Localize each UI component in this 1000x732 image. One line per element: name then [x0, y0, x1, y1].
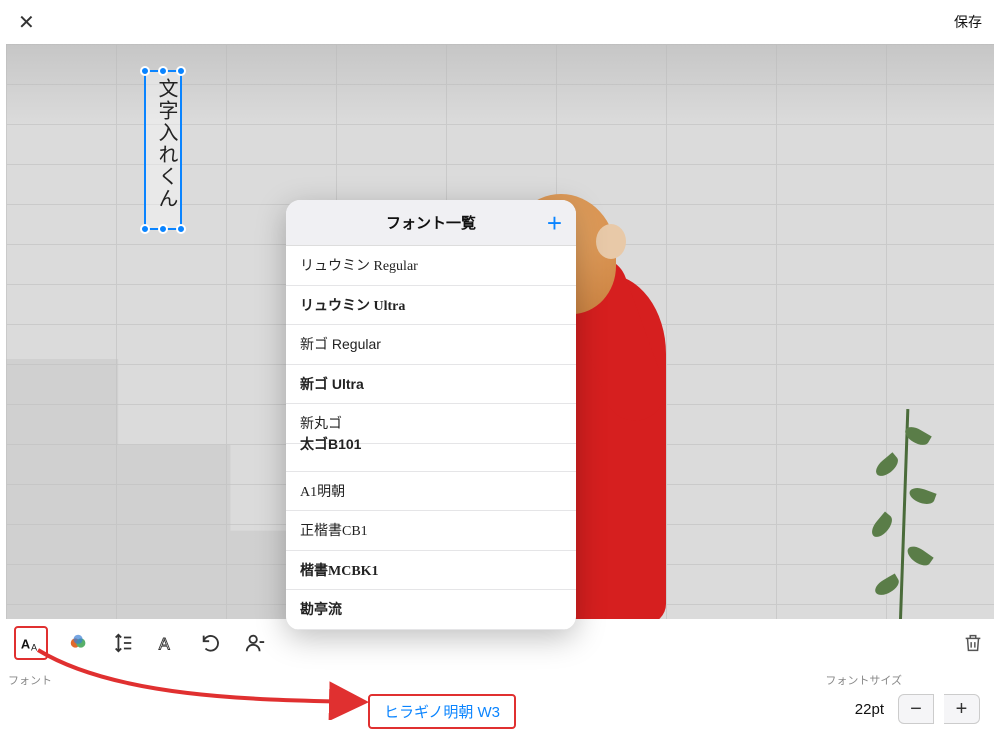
- font-option[interactable]: リュウミン Ultra: [286, 286, 576, 326]
- font-option[interactable]: 正楷書CB1: [286, 511, 576, 551]
- trash-icon: [962, 632, 984, 654]
- font-tool-button[interactable]: AA: [18, 630, 44, 656]
- font-list-popover: フォント一覧 + リュウミン Regular リュウミン Ultra 新ゴ Regu…: [286, 200, 576, 630]
- svg-text:A: A: [159, 635, 170, 653]
- resize-handle-tm[interactable]: [158, 66, 168, 76]
- resize-handle-tl[interactable]: [140, 66, 150, 76]
- current-font-button[interactable]: ヒラギノ明朝 W3: [368, 694, 516, 729]
- font-option-label: A1明朝: [300, 481, 345, 501]
- font-list[interactable]: リュウミン Regular リュウミン Ultra 新ゴ Regular 新ゴ Ult…: [286, 246, 576, 630]
- resize-handle-tr[interactable]: [176, 66, 186, 76]
- person-remove-icon: [244, 632, 266, 654]
- undo-icon: [200, 632, 222, 654]
- font-option[interactable]: 楷書MCBK1: [286, 551, 576, 591]
- plant-decoration: [844, 409, 964, 619]
- popover-title: フォント一覧: [386, 212, 476, 233]
- font-option-label: 新ゴ Regular: [300, 334, 381, 354]
- svg-text:A: A: [31, 642, 38, 652]
- font-option[interactable]: 太ゴB101: [286, 444, 576, 472]
- svg-text:A: A: [21, 637, 30, 652]
- font-size-decrease[interactable]: −: [898, 694, 934, 724]
- font-option-label: リュウミン Ultra: [300, 295, 405, 315]
- text-style-icon: A: [156, 632, 178, 654]
- save-button[interactable]: 保存: [954, 12, 982, 32]
- close-button[interactable]: ✕: [18, 10, 35, 35]
- spacing-tool-button[interactable]: [110, 630, 136, 656]
- font-size-control: 22pt − +: [855, 694, 980, 724]
- resize-handle-br[interactable]: [176, 224, 186, 234]
- font-option-label: リュウミン Regular: [300, 255, 418, 275]
- resize-handle-bm[interactable]: [158, 224, 168, 234]
- font-option-label: 新丸ゴ: [300, 413, 342, 433]
- resize-handle-bl[interactable]: [140, 224, 150, 234]
- font-option[interactable]: 新ゴ Ultra: [286, 365, 576, 405]
- color-tool-button[interactable]: [66, 630, 92, 656]
- bottom-toolbar: AA A: [0, 620, 1000, 680]
- font-size-value: 22pt: [855, 701, 884, 718]
- font-size-increase[interactable]: +: [944, 694, 980, 724]
- font-option-label: 楷書MCBK1: [300, 560, 379, 580]
- font-icon: AA: [20, 632, 42, 654]
- palette-icon: [68, 632, 90, 654]
- annotation-highlight-font-tool: AA: [14, 626, 48, 660]
- font-option[interactable]: リュウミン Regular: [286, 246, 576, 286]
- size-section-label: フォントサイズ: [825, 672, 902, 688]
- font-option-label: 新ゴ Ultra: [300, 374, 364, 394]
- font-section-label: フォント: [8, 672, 52, 688]
- person-tool-button[interactable]: [242, 630, 268, 656]
- style-tool-button[interactable]: A: [154, 630, 180, 656]
- font-option-label: 太ゴB101: [300, 434, 361, 454]
- text-element-selected[interactable]: 文字入れくん: [144, 70, 182, 230]
- line-spacing-icon: [112, 632, 134, 654]
- popover-header: フォント一覧 +: [286, 200, 576, 246]
- add-font-button[interactable]: +: [547, 210, 562, 236]
- font-option-label: 正楷書CB1: [300, 520, 368, 540]
- text-content: 文字入れくん: [146, 72, 187, 216]
- font-option[interactable]: 新ゴ Regular: [286, 325, 576, 365]
- undo-button[interactable]: [198, 630, 224, 656]
- font-option-label: 勘亭流: [300, 599, 342, 619]
- delete-button[interactable]: [960, 630, 986, 656]
- font-option[interactable]: A1明朝: [286, 472, 576, 512]
